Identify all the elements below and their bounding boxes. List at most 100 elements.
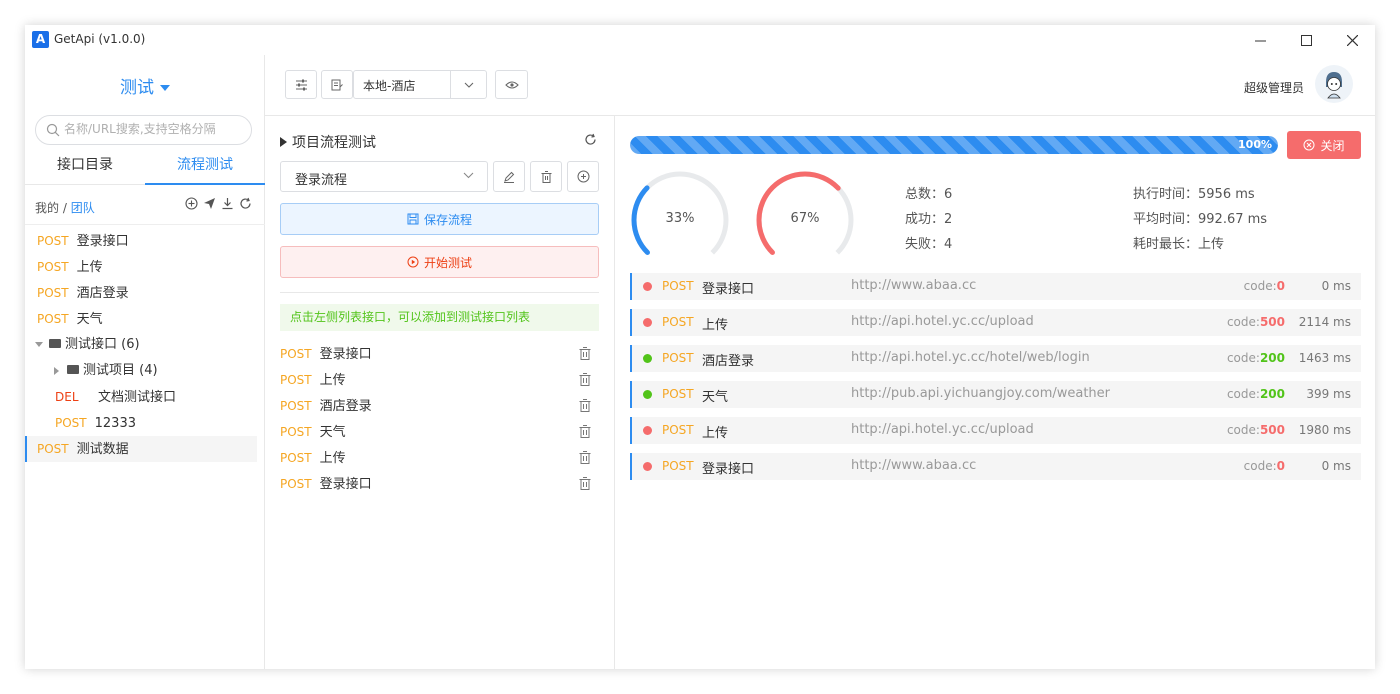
result-row[interactable]: POST 上传 http://api.hotel.yc.cc/upload co…: [630, 309, 1361, 336]
response-code: code:200: [1227, 387, 1285, 401]
flow-title-text: 项目流程测试: [292, 135, 376, 151]
minimize-button[interactable]: [1237, 25, 1283, 55]
refresh-icon[interactable]: [239, 197, 252, 210]
tree-item[interactable]: DEL 文档测试接口: [25, 384, 257, 410]
search-icon: [46, 123, 60, 137]
trash-icon[interactable]: [579, 477, 591, 490]
trash-icon[interactable]: [579, 399, 591, 412]
chevron-down-icon: [463, 172, 474, 179]
tab-api-directory[interactable]: 接口目录: [25, 151, 145, 185]
search-input[interactable]: [64, 122, 244, 136]
result-row[interactable]: POST 酒店登录 http://api.hotel.yc.cc/hotel/w…: [630, 345, 1361, 372]
status-dot: [643, 390, 652, 399]
response-code: code:500: [1227, 315, 1285, 329]
api-url: http://api.hotel.yc.cc/upload: [851, 314, 1034, 329]
code-value: 500: [1259, 315, 1285, 329]
notes-button[interactable]: [321, 70, 353, 99]
method-badge: POST: [280, 373, 312, 387]
maximize-button[interactable]: [1283, 25, 1329, 55]
result-row[interactable]: POST 登录接口 http://www.abaa.cc code:0 0 ms: [630, 273, 1361, 300]
close-results-button[interactable]: 关闭: [1287, 131, 1361, 159]
api-name: 测试数据: [76, 442, 129, 457]
response-code: code:200: [1227, 351, 1285, 365]
progress-fill: [630, 136, 1278, 154]
stat-exec-time: 执行时间：5956 ms: [1133, 187, 1255, 202]
tree-folder[interactable]: 测试项目 (4): [25, 358, 257, 384]
start-test-button[interactable]: 开始测试: [280, 246, 599, 278]
response-code: code:0: [1244, 279, 1285, 293]
download-icon[interactable]: [221, 197, 234, 210]
flow-step[interactable]: POST 登录接口: [280, 341, 599, 367]
user-name[interactable]: 超级管理员: [1244, 79, 1304, 96]
api-name: 登录接口: [702, 282, 755, 297]
send-icon[interactable]: [203, 197, 216, 210]
gauge-label: 33%: [665, 211, 695, 226]
code-prefix: code:: [1226, 387, 1260, 401]
step-name: 登录接口: [319, 347, 372, 362]
method-badge: POST: [37, 260, 69, 274]
environment-select[interactable]: 本地-酒店: [353, 70, 487, 99]
flow-step[interactable]: POST 上传: [280, 445, 599, 471]
edit-doc-icon: [331, 79, 343, 90]
flow-step[interactable]: POST 登录接口: [280, 471, 599, 497]
flow-step[interactable]: POST 上传: [280, 367, 599, 393]
trash-icon[interactable]: [579, 425, 591, 438]
code-prefix: code:: [1226, 423, 1260, 437]
sidebar-actions: [185, 197, 252, 210]
save-flow-button[interactable]: 保存流程: [280, 203, 599, 235]
method-badge: POST: [662, 423, 694, 437]
refresh-icon[interactable]: [584, 133, 597, 146]
environment-dropdown[interactable]: [450, 71, 487, 98]
duration: 1980 ms: [1298, 423, 1351, 437]
save-flow-label: 保存流程: [423, 212, 472, 227]
api-name: 酒店登录: [702, 354, 755, 369]
avatar[interactable]: [1315, 65, 1353, 103]
flow-step[interactable]: POST 酒店登录: [280, 393, 599, 419]
add-circle-icon[interactable]: [185, 197, 198, 210]
search-box[interactable]: [35, 115, 252, 145]
scope-mine[interactable]: 我的: [35, 201, 59, 215]
flow-step[interactable]: POST 天气: [280, 419, 599, 445]
trash-icon[interactable]: [579, 347, 591, 360]
tree-item[interactable]: POST 登录接口: [25, 228, 257, 254]
method-badge: POST: [280, 451, 312, 465]
progress-bar: 100%: [630, 136, 1278, 154]
title-bar: A GetApi (v1.0.0): [25, 25, 1375, 55]
eye-icon: [504, 80, 519, 89]
api-url: http://pub.api.yichuangjoy.com/weather: [851, 386, 1111, 401]
caret-down-icon: [160, 85, 170, 91]
result-row[interactable]: POST 天气 http://pub.api.yichuangjoy.com/w…: [630, 381, 1361, 408]
tab-flow-test[interactable]: 流程测试: [145, 151, 265, 185]
divider: [25, 224, 265, 225]
api-name: 上传: [702, 318, 729, 333]
settings-button[interactable]: [285, 70, 317, 99]
tree-item[interactable]: POST 天气: [25, 306, 257, 332]
code-value: 200: [1259, 387, 1285, 401]
method-badge: DEL: [55, 390, 79, 404]
method-badge: POST: [37, 312, 69, 326]
flow-select[interactable]: 登录流程: [280, 161, 488, 192]
method-badge: POST: [280, 477, 312, 491]
delete-flow-button[interactable]: [530, 161, 562, 192]
result-row[interactable]: POST 登录接口 http://www.abaa.cc code:0 0 ms: [630, 453, 1361, 480]
step-name: 天气: [319, 425, 346, 440]
tree-folder[interactable]: 测试接口 (6): [25, 332, 257, 358]
rename-flow-button[interactable]: [493, 161, 525, 192]
tree-item[interactable]: POST 酒店登录: [25, 280, 257, 306]
tree-item[interactable]: POST 上传: [25, 254, 257, 280]
sliders-icon: [295, 79, 307, 90]
trash-icon[interactable]: [579, 451, 591, 464]
project-selector[interactable]: 测试: [25, 73, 265, 98]
tree-item[interactable]: POST 12333: [25, 410, 257, 436]
close-window-button[interactable]: [1329, 25, 1375, 55]
tree-item-selected[interactable]: POST 测试数据: [25, 436, 257, 462]
result-row[interactable]: POST 上传 http://api.hotel.yc.cc/upload co…: [630, 417, 1361, 444]
trash-icon[interactable]: [579, 373, 591, 386]
scope-team[interactable]: 团队: [71, 201, 95, 215]
minimize-icon: [1254, 40, 1266, 41]
pencil-icon: [504, 171, 515, 183]
environment-label: 本地-酒店: [363, 79, 416, 93]
add-flow-button[interactable]: [567, 161, 599, 192]
view-button[interactable]: [495, 70, 528, 99]
api-name: 登录接口: [76, 234, 129, 249]
